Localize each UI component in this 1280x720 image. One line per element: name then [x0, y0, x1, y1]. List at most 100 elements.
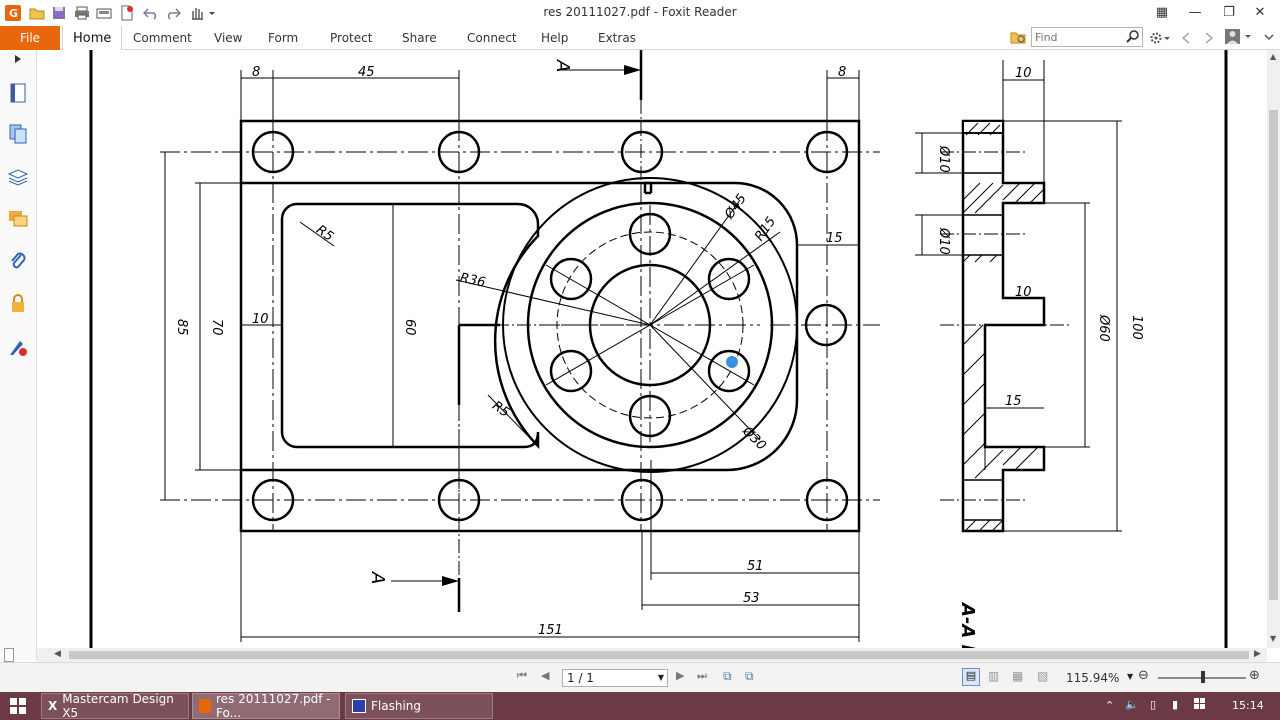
- dim-45: 45: [358, 65, 375, 80]
- page-number-field[interactable]: 1 / 1 ▼: [562, 669, 668, 687]
- dim-r36: R36: [459, 271, 487, 291]
- network-icon[interactable]: ▮: [1172, 698, 1178, 711]
- section-mark-top: A: [552, 59, 573, 72]
- document-view: A A A-A K 8 45 8 10 Ø10 Ø10 10 15 Ø60 10…: [37, 50, 1267, 648]
- dim-85: 85: [174, 319, 189, 336]
- find-box: [1031, 27, 1143, 47]
- windows-tray-icon[interactable]: [1194, 698, 1206, 713]
- attachments-icon[interactable]: [7, 250, 29, 272]
- dim-10-mid: 10: [1015, 285, 1032, 300]
- prev-page-icon[interactable]: ◀: [541, 669, 549, 682]
- tab-connect[interactable]: Connect: [467, 26, 517, 50]
- facing-view-icon[interactable]: ▦: [1012, 669, 1023, 683]
- pages-icon[interactable]: [7, 123, 29, 145]
- dim-10-top: 10: [1015, 66, 1032, 81]
- clock: 15:14: [1232, 699, 1264, 712]
- dim-15-right: 15: [826, 231, 843, 246]
- find-folder-icon[interactable]: [1009, 28, 1027, 46]
- zoom-out-icon[interactable]: ⊖: [1138, 668, 1149, 683]
- section-arrow-top: [624, 65, 641, 75]
- ribbon-tab-bar: File Home Comment View Form Protect Shar…: [0, 26, 1280, 50]
- nav-back-icon[interactable]: [1177, 29, 1195, 47]
- mastercam-icon: X: [48, 699, 58, 713]
- ribbon-options-icon[interactable]: ▦: [1147, 2, 1177, 22]
- dim-53: 53: [743, 591, 760, 606]
- dim-dia45: Ø45: [722, 191, 750, 222]
- windows-start-icon[interactable]: [10, 698, 26, 717]
- title-bar: G res 20111027.pdf - Foxit Reader ▦ — ❐: [0, 0, 1280, 26]
- zoom-dropdown-icon[interactable]: ▼: [1127, 672, 1133, 681]
- zoom-in-icon[interactable]: ⊕: [1249, 668, 1260, 683]
- dim-r15: R15: [752, 214, 779, 244]
- restore-button[interactable]: ❐: [1214, 2, 1244, 22]
- zoom-slider-thumb[interactable]: [1201, 671, 1205, 683]
- tab-protect[interactable]: Protect: [330, 26, 372, 50]
- horizontal-scrollbar[interactable]: ◀ ▶: [37, 648, 1267, 662]
- foxit-taskbar-icon: [199, 699, 211, 713]
- taskbar-item-mastercam[interactable]: X Mastercam Design X5: [41, 692, 189, 720]
- continuous-view-icon[interactable]: ▥: [988, 669, 999, 683]
- dim-60: 60: [402, 319, 417, 336]
- next-page-icon[interactable]: ▶: [676, 669, 684, 682]
- user-account-icon[interactable]: [1223, 28, 1255, 46]
- dim-70: 70: [209, 319, 224, 336]
- tab-form[interactable]: Form: [268, 26, 298, 50]
- dim-10-left: 10: [252, 312, 269, 327]
- tray-expand-icon[interactable]: ⌃: [1105, 699, 1114, 712]
- dim-dia30: Ø30: [739, 423, 769, 453]
- next-view-icon[interactable]: ⧉: [745, 669, 754, 684]
- search-input[interactable]: [1032, 28, 1124, 46]
- scroll-down-icon[interactable]: ▼: [1270, 634, 1276, 643]
- taskbar-item-flashing[interactable]: Flashing: [345, 693, 493, 719]
- tab-home[interactable]: Home: [62, 26, 123, 50]
- notification-icon[interactable]: ▯: [1150, 698, 1156, 711]
- single-page-view-icon[interactable]: ▤: [962, 668, 980, 686]
- collapse-ribbon-icon[interactable]: [1260, 29, 1278, 47]
- settings-gear-icon[interactable]: [1148, 29, 1172, 47]
- tab-extras[interactable]: Extras: [598, 26, 636, 50]
- nav-forward-icon[interactable]: [1200, 29, 1218, 47]
- file-tab[interactable]: File: [0, 26, 60, 50]
- cursor-marker-icon: [724, 354, 740, 370]
- foxit-reader-window: G res 20111027.pdf - Foxit Reader ▦ — ❐: [0, 0, 1280, 720]
- tab-view[interactable]: View: [214, 26, 242, 50]
- zoom-level[interactable]: 115.94%: [1066, 671, 1119, 685]
- flashing-app-icon: [352, 699, 366, 713]
- tab-comment[interactable]: Comment: [133, 26, 192, 50]
- taskbar-item-label: Flashing: [371, 699, 422, 713]
- taskbar-item-label: res 20111027.pdf - Fo...: [216, 692, 331, 720]
- dim-dia10-lower: Ø10: [936, 227, 951, 255]
- first-page-icon[interactable]: ⏮: [517, 669, 527, 683]
- vertical-scrollbar[interactable]: ▲ ▼: [1267, 50, 1280, 648]
- bookmarks-icon[interactable]: [7, 82, 29, 104]
- dim-151: 151: [538, 623, 563, 638]
- close-button[interactable]: ✕: [1245, 2, 1275, 22]
- vertical-scroll-thumb[interactable]: [1269, 110, 1278, 600]
- section-title: A-A K: [957, 601, 978, 648]
- scroll-left-icon[interactable]: ◀: [54, 649, 61, 659]
- last-page-icon[interactable]: ⏭: [697, 669, 707, 683]
- navigation-sidebar: [0, 50, 37, 662]
- signature-icon[interactable]: [7, 336, 29, 358]
- expand-panel-icon[interactable]: [7, 50, 29, 68]
- layers-icon[interactable]: [7, 166, 29, 188]
- technical-drawing: A A A-A K 8 45 8 10 Ø10 Ø10 10 15 Ø60 10…: [89, 50, 1228, 648]
- dim-dia60: Ø60: [1096, 314, 1111, 342]
- search-icon[interactable]: [1126, 29, 1140, 46]
- tab-share[interactable]: Share: [402, 26, 437, 50]
- page-dropdown-icon[interactable]: ▼: [658, 670, 664, 686]
- volume-icon[interactable]: 🔈: [1125, 698, 1139, 711]
- comments-icon[interactable]: [7, 208, 29, 230]
- taskbar-item-foxit[interactable]: res 20111027.pdf - Fo...: [192, 692, 340, 720]
- scroll-up-icon[interactable]: ▲: [1270, 52, 1276, 61]
- continuous-facing-view-icon[interactable]: ▧: [1037, 669, 1048, 683]
- tab-help[interactable]: Help: [541, 26, 568, 50]
- section-mark-bottom: A: [367, 571, 388, 584]
- security-lock-icon[interactable]: [7, 292, 29, 314]
- previous-view-icon[interactable]: ⧉: [723, 669, 732, 684]
- sidebar-resize-handle[interactable]: [4, 648, 14, 662]
- scroll-right-icon[interactable]: ▶: [1254, 649, 1261, 659]
- minimize-button[interactable]: —: [1180, 2, 1210, 22]
- taskbar-item-label: Mastercam Design X5: [62, 692, 174, 720]
- horizontal-scroll-thumb[interactable]: [69, 651, 1249, 659]
